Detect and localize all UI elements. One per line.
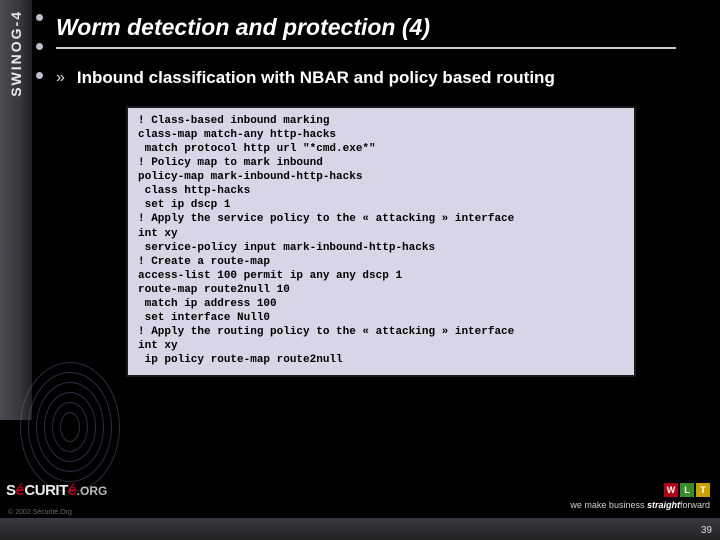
tag-post: forward xyxy=(680,500,710,510)
footer-bar xyxy=(0,518,720,540)
logo-squares: W L T xyxy=(664,483,710,497)
logo-part: S xyxy=(6,482,16,499)
square-icon: W xyxy=(664,483,678,497)
code-block: ! Class-based inbound marking class-map … xyxy=(126,106,636,377)
bullet-text: Inbound classification with NBAR and pol… xyxy=(77,67,555,90)
slide-title: Worm detection and protection (4) xyxy=(48,14,708,41)
bullet-row: » Inbound classification with NBAR and p… xyxy=(48,67,708,90)
footer-right: W L T we make business straightforward xyxy=(570,483,710,510)
dot-icon xyxy=(36,72,43,79)
page-number: 39 xyxy=(701,525,712,536)
sidebar-dots xyxy=(36,14,43,79)
square-icon: T xyxy=(696,483,710,497)
tagline: we make business straightforward xyxy=(570,500,710,510)
tag-em: straight xyxy=(647,500,680,510)
title-rule xyxy=(56,47,676,49)
bullet-arrow-icon: » xyxy=(56,69,65,87)
square-icon: L xyxy=(680,483,694,497)
slide-content: Worm detection and protection (4) » Inbo… xyxy=(48,0,708,377)
copyright-text: © 2002 Sécurité.Org xyxy=(8,509,72,516)
dot-icon xyxy=(36,14,43,21)
logo-accent: é xyxy=(68,482,77,499)
sidebar-label: SWINOG-4 xyxy=(8,10,24,97)
dot-icon xyxy=(36,43,43,50)
logo-securite: SéCURITé.ORG xyxy=(6,482,107,500)
logo-part: CURIT xyxy=(24,482,67,499)
logo-org: .ORG xyxy=(77,484,108,498)
tag-pre: we make business xyxy=(570,500,647,510)
